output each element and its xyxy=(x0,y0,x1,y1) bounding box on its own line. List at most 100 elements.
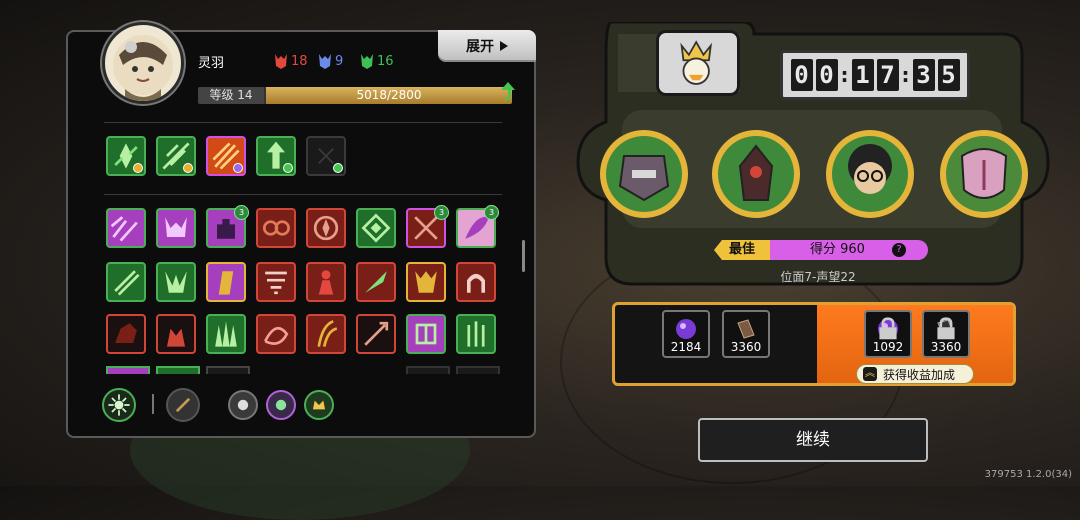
skill-grid-item[interactable] xyxy=(356,208,396,248)
timer-digit: 0 xyxy=(790,59,813,91)
best-label: 最佳 xyxy=(714,240,770,260)
level-label: 等级 14 xyxy=(198,87,264,104)
gem-icon xyxy=(233,163,243,173)
equipped-skill-3[interactable] xyxy=(206,136,246,176)
skill-level-badge: 3 xyxy=(234,205,249,220)
hero-portrait-3[interactable] xyxy=(826,130,914,218)
rank-text: 位面7-声望22 xyxy=(780,270,856,284)
red-mask-icon xyxy=(275,54,287,69)
skill-grid-item[interactable] xyxy=(306,314,346,354)
skill-grid-item[interactable] xyxy=(306,262,346,302)
score-text: 得分 960 xyxy=(810,242,865,257)
equipped-skill-2[interactable] xyxy=(156,136,196,176)
skill-grid-overflow-row xyxy=(104,366,514,374)
leaf-slash-icon xyxy=(114,270,140,296)
skill-grid-item[interactable] xyxy=(406,262,446,302)
bonus-label-text: 获得收益加成 xyxy=(883,368,956,382)
crown-gem-icon xyxy=(312,400,326,410)
skill-grid-item[interactable] xyxy=(206,314,246,354)
golden-mask-icon xyxy=(415,271,437,293)
avatar[interactable] xyxy=(102,22,184,104)
sword-filter-button[interactable] xyxy=(166,388,200,422)
empty-skill-slot[interactable] xyxy=(306,136,346,176)
purple-orb-icon xyxy=(676,319,696,339)
skill-level-badge: 3 xyxy=(484,205,499,220)
hero-portrait-1[interactable] xyxy=(600,130,688,218)
bonus-reward-book[interactable]: 3360 xyxy=(922,310,970,358)
pink-beast-icon xyxy=(960,148,1008,199)
reward-orb[interactable]: 2184 xyxy=(662,310,710,358)
spiked-claw-icon xyxy=(165,271,187,293)
help-icon[interactable]: ? xyxy=(892,243,906,257)
skill-grid-item[interactable]: 3 xyxy=(406,205,449,248)
skill-grid-item[interactable] xyxy=(106,262,146,302)
bonus-label[interactable]: ︽ 获得收益加成 xyxy=(856,364,974,384)
skill-grid-item[interactable] xyxy=(156,314,196,354)
chevron-up-icon: ︽ xyxy=(863,367,877,381)
lock-icon xyxy=(937,317,955,340)
reward-value: 1092 xyxy=(872,340,904,354)
crown-badge xyxy=(656,30,740,96)
fang-arch-icon xyxy=(467,273,485,293)
blue-mask-value: 9 xyxy=(335,53,344,69)
red-mask-counter: 18 xyxy=(274,52,308,70)
timer-digit: 7 xyxy=(876,59,899,91)
flame-demon-icon xyxy=(167,328,185,347)
green-mask-icon xyxy=(361,54,373,69)
player-name: 灵羽 xyxy=(198,56,225,71)
gray-gem-filter-button[interactable] xyxy=(228,390,258,420)
equipped-skill-1[interactable] xyxy=(106,136,146,176)
reward-book[interactable]: 3360 xyxy=(722,310,770,358)
bonus-reward-orb[interactable]: 1092 xyxy=(864,310,912,358)
skill-grid-item[interactable] xyxy=(106,208,146,248)
play-right-icon xyxy=(500,41,508,51)
skill-grid-item[interactable] xyxy=(456,314,496,354)
golden-staff-icon xyxy=(317,320,338,347)
tornado-icon xyxy=(265,271,287,295)
gears-icon xyxy=(262,220,290,236)
crown-gem-filter-button[interactable] xyxy=(304,390,334,420)
gate-rune-icon xyxy=(415,323,437,345)
shadow-beast-icon xyxy=(115,323,137,343)
scrollbar[interactable] xyxy=(522,240,525,272)
skill-grid-item[interactable]: 3 xyxy=(456,205,499,248)
skill-grid-item[interactable] xyxy=(256,208,296,248)
skill-grid-item[interactable] xyxy=(356,262,396,302)
level-up-arrow-icon[interactable] xyxy=(500,81,516,103)
skill-grid-item[interactable] xyxy=(206,262,246,302)
best-score-row: 最佳 得分 960 ? xyxy=(714,240,928,260)
skill-grid-item[interactable]: 3 xyxy=(206,205,249,248)
gem-icon xyxy=(283,163,293,173)
red-warrior-icon xyxy=(318,270,334,295)
hero-portrait-2[interactable] xyxy=(712,130,800,218)
gem-icon xyxy=(133,163,143,173)
demon-horns-icon xyxy=(165,217,187,237)
grass-spikes-icon xyxy=(215,321,237,347)
skill-grid-item[interactable] xyxy=(156,208,196,248)
skill-grid-item[interactable] xyxy=(156,262,196,302)
hero-portrait-4[interactable] xyxy=(940,130,1028,218)
skill-grid-item[interactable] xyxy=(456,262,496,302)
swirl-claw-icon xyxy=(263,326,289,345)
timer-colon: : xyxy=(840,63,849,87)
skill-grid-item[interactable] xyxy=(256,262,296,302)
skill-grid-item[interactable] xyxy=(256,314,296,354)
blue-mask-icon xyxy=(319,54,331,69)
mech-warrior-icon xyxy=(618,155,670,202)
continue-button[interactable]: 继续 xyxy=(698,418,928,462)
skill-grid-item[interactable] xyxy=(106,314,146,354)
purple-gem-filter-button[interactable] xyxy=(266,390,296,420)
gem-icon xyxy=(183,163,193,173)
reward-value: 2184 xyxy=(670,340,702,354)
tower-icon xyxy=(218,271,234,295)
sun-burst-filter-button[interactable] xyxy=(102,388,136,422)
skill-grid-item[interactable] xyxy=(306,208,346,248)
skill-grid-item[interactable] xyxy=(356,314,396,354)
expand-button[interactable]: 展开 xyxy=(438,30,536,62)
book-icon xyxy=(737,319,755,339)
character-portrait-icon xyxy=(113,35,173,101)
triple-arrows-icon xyxy=(467,321,485,347)
skill-grid-item[interactable] xyxy=(406,314,446,354)
blue-mask-counter: 9 xyxy=(318,52,343,70)
equipped-skill-4[interactable] xyxy=(256,136,296,176)
